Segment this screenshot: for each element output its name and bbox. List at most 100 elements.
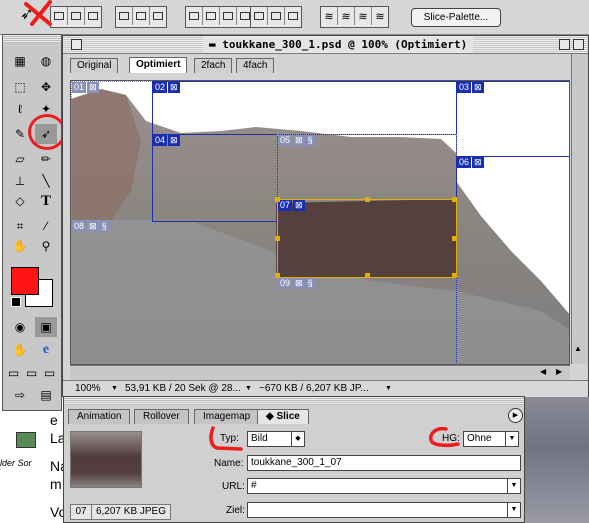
image-slice-icon: ⊠ <box>293 200 305 211</box>
slice-palette-button[interactable]: Slice-Palette... <box>411 8 501 27</box>
vertical-scrollbar[interactable]: ▲ <box>571 54 588 364</box>
grid-icon[interactable]: ▦ <box>9 51 31 71</box>
line-icon[interactable]: ╲ <box>35 171 57 191</box>
tab-animation[interactable]: Animation <box>68 409 131 424</box>
align-bottom-button[interactable] <box>150 7 166 25</box>
chevron-down-icon: ▼ <box>505 432 518 446</box>
document-titlebar[interactable]: ▬ toukkane_300_1.psd @ 100% (Optimiert) <box>63 36 588 54</box>
resize-handle[interactable] <box>452 273 457 278</box>
align-top-button[interactable] <box>116 7 133 25</box>
resize-handle[interactable] <box>275 236 280 241</box>
horizontal-scrollbar[interactable]: ◀ ▶ <box>70 365 570 380</box>
tab-imagemap[interactable]: Imagemap <box>194 409 260 424</box>
default-colors-icon[interactable] <box>11 297 21 307</box>
scroll-right-icon[interactable]: ▶ <box>556 367 562 376</box>
lasso-icon[interactable]: ℓ <box>9 99 31 119</box>
eyedropper-icon[interactable]: ⁄ <box>35 216 57 236</box>
slice-03[interactable]: 03 ⊠ <box>456 81 569 157</box>
resize-handle[interactable] <box>275 197 280 202</box>
image-canvas[interactable]: 01 ⊠ 02 ⊠ 03 ⊠ 04 ⊠ 05 ⊠ § 06 ⊠ 08 ⊠ § 09 ⊠ § 07 ⊠ <box>70 80 570 365</box>
slice-06[interactable]: 06 ⊠ <box>456 156 569 364</box>
collapse-box-icon[interactable] <box>573 39 584 50</box>
status-bar: 100% ▼ 53,91 KB / 20 Sek @ 28... ▼ ~670 … <box>63 380 588 397</box>
bg-text-4: m <box>50 476 62 492</box>
scroll-up-icon[interactable]: ▲ <box>574 344 582 353</box>
bring-forward-button[interactable] <box>68 7 85 25</box>
crop-icon[interactable]: ⌗ <box>9 216 31 236</box>
distribute-hleft-button[interactable] <box>251 7 268 25</box>
slice-label: 02 ⊠ <box>153 82 180 93</box>
stack-2-button[interactable]: ≋ <box>338 7 355 25</box>
zoom-icon[interactable]: ⚲ <box>35 236 57 256</box>
tab-slice[interactable]: ◆ Slice <box>257 409 309 424</box>
send-backward-button[interactable] <box>85 7 101 25</box>
filesize-dropdown-icon[interactable]: ▼ <box>385 381 392 397</box>
slice-02[interactable]: 02 ⊠ <box>152 81 457 135</box>
name-field[interactable]: toukkane_300_1_07 <box>247 455 521 471</box>
slice-number: 02 <box>153 82 168 93</box>
slice-04[interactable]: 04 ⊠ <box>152 134 278 222</box>
marquee-icon[interactable]: ⬚ <box>9 77 31 97</box>
distribute-bottom-button[interactable] <box>220 7 237 25</box>
quickmask-mode-icon[interactable]: ▣ <box>35 317 57 337</box>
tab-original[interactable]: Original <box>70 58 119 73</box>
bucket-icon[interactable]: ◇ <box>9 191 31 211</box>
image-slice-icon: ⊠ <box>168 135 180 146</box>
stack-4-button[interactable]: ≋ <box>372 7 388 25</box>
resize-handle[interactable] <box>452 236 457 241</box>
screen-mode-1-icon[interactable]: ▭ <box>5 363 22 383</box>
slice-08[interactable]: 08 ⊠ § <box>71 220 278 364</box>
distribute-top-button[interactable] <box>186 7 203 25</box>
zoom-level[interactable]: 100% <box>75 381 101 397</box>
size-dropdown-icon[interactable]: ▼ <box>245 381 252 397</box>
hg-select[interactable]: Ohne ▼ <box>463 431 519 447</box>
slice-05[interactable]: 05 ⊠ § <box>277 134 457 200</box>
palette-menu-icon[interactable]: ▶ <box>508 408 523 423</box>
resize-handle[interactable] <box>452 197 457 202</box>
tab-4fach[interactable]: 4fach <box>236 58 275 73</box>
red-circle-annotation <box>28 114 66 150</box>
resize-handle[interactable] <box>275 273 280 278</box>
foreground-color-swatch[interactable] <box>11 267 39 295</box>
tab-2fach[interactable]: 2fach <box>194 58 233 73</box>
hand-icon[interactable]: ✋ <box>9 236 31 256</box>
url-field[interactable]: # ▼ <box>247 478 521 494</box>
ziel-field[interactable]: ▼ <box>247 502 521 518</box>
imageready-icon[interactable]: ✋ <box>9 340 31 360</box>
scroll-left-icon[interactable]: ◀ <box>540 367 546 376</box>
palette-titlebar[interactable] <box>64 397 524 405</box>
slice-07[interactable]: 07 ⊠ <box>275 197 457 278</box>
zoom-dropdown-icon[interactable]: ▼ <box>111 381 118 397</box>
stack-1-button[interactable]: ≋ <box>321 7 338 25</box>
stack-3-button[interactable]: ≋ <box>355 7 372 25</box>
desktop-icon[interactable]: lder Sor <box>0 430 40 480</box>
distribute-middle-button[interactable] <box>203 7 220 25</box>
tab-rollover[interactable]: Rollover <box>134 409 189 424</box>
slice-number: 09 <box>278 278 293 289</box>
distribute-hcenter-button[interactable] <box>268 7 285 25</box>
toggle-slice-visibility-icon[interactable]: ▤ <box>35 385 57 405</box>
slice-01[interactable]: 01 ⊠ <box>71 81 153 221</box>
type-icon[interactable]: T <box>35 191 57 211</box>
jump-to-photoshop-icon[interactable]: ⇨ <box>9 385 31 405</box>
preview-browser-icon[interactable]: e <box>35 340 57 360</box>
chevron-down-icon: ▼ <box>507 479 520 493</box>
close-box-icon[interactable] <box>71 39 82 50</box>
tab-optimiert[interactable]: Optimiert <box>129 57 188 73</box>
resize-handle[interactable] <box>365 197 370 202</box>
stamp-icon[interactable]: ⊥ <box>9 171 31 191</box>
align-middle-button[interactable] <box>133 7 150 25</box>
resize-handle[interactable] <box>365 273 370 278</box>
screen-mode-3-icon[interactable]: ▭ <box>41 363 58 383</box>
move-icon[interactable]: ✥ <box>35 77 57 97</box>
zoom-box-icon[interactable] <box>559 39 570 50</box>
eraser-icon[interactable]: ▱ <box>9 149 31 169</box>
web-icon[interactable]: ◍ <box>35 51 57 71</box>
standard-mode-icon[interactable]: ◉ <box>9 317 31 337</box>
type-select[interactable]: Bild ◆ <box>247 431 305 447</box>
slice-09[interactable]: 09 ⊠ § <box>277 277 457 364</box>
screen-mode-2-icon[interactable]: ▭ <box>23 363 40 383</box>
thumbnail-number: 07 <box>70 504 92 520</box>
distribute-hright-button[interactable] <box>285 7 301 25</box>
pencil-icon[interactable]: ✏ <box>35 149 57 169</box>
